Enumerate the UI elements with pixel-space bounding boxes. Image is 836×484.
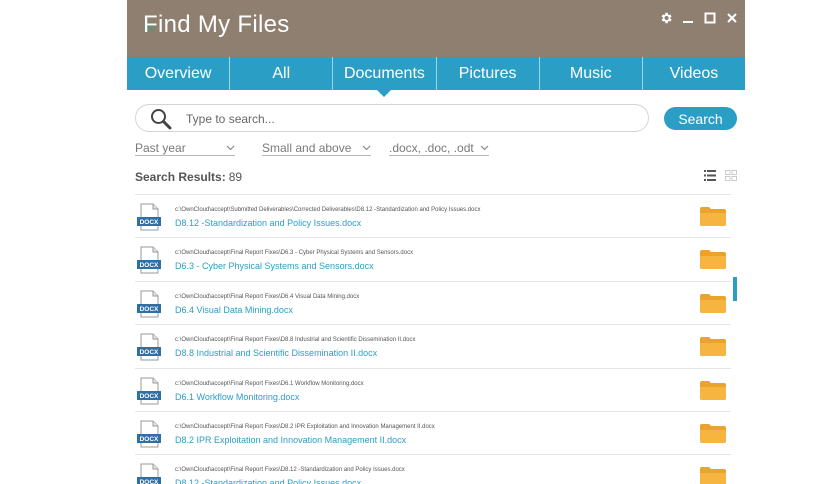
svg-text:DOCX: DOCX	[140, 436, 159, 443]
close-icon[interactable]	[725, 10, 739, 26]
svg-text:DOCX: DOCX	[140, 262, 159, 269]
result-row[interactable]: DOCX c:\OwnCloud\accept\Final Report Fix…	[135, 412, 731, 456]
category-tabs: Overview All Documents Pictures Music Vi…	[127, 57, 745, 97]
file-path: c:\OwnCloud\accept\Final Report Fixes\D6…	[175, 380, 364, 387]
chevron-down-icon	[480, 145, 489, 150]
open-folder-icon[interactable]	[699, 465, 727, 484]
search-box	[135, 104, 649, 132]
result-row[interactable]: DOCX c:\OwnCloud\accept\Final Report Fix…	[135, 455, 731, 484]
svg-text:DOCX: DOCX	[140, 219, 159, 226]
docx-file-icon: DOCX	[137, 420, 161, 448]
search-button[interactable]: Search	[664, 107, 737, 130]
svg-text:DOCX: DOCX	[140, 306, 159, 313]
results-count: Search Results: 89	[135, 170, 242, 184]
tab-overview[interactable]: Overview	[127, 57, 231, 90]
search-icon	[151, 109, 172, 130]
chevron-down-icon	[362, 145, 371, 150]
tab-documents[interactable]: Documents	[333, 57, 437, 97]
open-folder-icon[interactable]	[699, 292, 727, 314]
search-input[interactable]	[186, 110, 636, 128]
date-filter-value: Past year	[135, 140, 186, 155]
file-name-link[interactable]: D6.4 Visual Data Mining.docx	[175, 305, 293, 315]
maximize-icon[interactable]	[703, 10, 717, 26]
results-list: DOCX c:\OwnCloud\accept\Submitted Delive…	[135, 194, 731, 484]
minimize-icon[interactable]	[681, 10, 695, 26]
open-folder-icon[interactable]	[699, 379, 727, 401]
docx-file-icon: DOCX	[137, 246, 161, 274]
open-folder-icon[interactable]	[699, 205, 727, 227]
file-name-link[interactable]: D8.12 -Standardization and Policy Issues…	[175, 218, 361, 228]
size-filter-value: Small and above	[262, 140, 352, 155]
file-name-link[interactable]: D6.1 Workflow Monitoring.docx	[175, 392, 299, 402]
file-name-link[interactable]: D6.3 - Cyber Physical Systems and Sensor…	[175, 261, 374, 271]
file-name-link[interactable]: D8.12 -Standardization and Policy Issues…	[175, 478, 361, 484]
file-path: c:\OwnCloud\accept\Final Report Fixes\D8…	[175, 337, 416, 344]
file-path: c:\OwnCloud\accept\Submitted Deliverable…	[175, 207, 481, 213]
file-path: c:\OwnCloud\accept\Final Report Fixes\D6…	[175, 250, 414, 257]
docx-file-icon: DOCX	[137, 333, 161, 361]
open-folder-icon[interactable]	[699, 248, 727, 270]
type-filter-value: .docx, .doc, .odt	[389, 140, 474, 155]
title-bar: Find My Files	[127, 0, 745, 57]
chevron-down-icon	[226, 145, 235, 150]
result-row[interactable]: DOCX c:\OwnCloud\accept\Final Report Fix…	[135, 369, 731, 412]
docx-file-icon: DOCX	[137, 203, 161, 231]
tab-music[interactable]: Music	[540, 57, 643, 90]
window-controls	[659, 10, 739, 26]
file-path: c:\OwnCloud\accept\Final Report Fixes\D8…	[175, 423, 435, 430]
type-filter-dropdown[interactable]: .docx, .doc, .odt	[389, 140, 489, 156]
scrollbar[interactable]	[733, 194, 739, 484]
svg-text:DOCX: DOCX	[140, 479, 159, 484]
list-view-icon[interactable]	[704, 170, 716, 181]
result-row[interactable]: DOCX c:\OwnCloud\accept\Submitted Delive…	[135, 195, 731, 239]
open-folder-icon[interactable]	[699, 422, 727, 444]
date-filter-dropdown[interactable]: Past year	[135, 140, 235, 156]
app-title: Find My Files	[143, 11, 290, 38]
size-filter-dropdown[interactable]: Small and above	[262, 140, 371, 156]
svg-text:DOCX: DOCX	[140, 349, 159, 356]
settings-gear-icon[interactable]	[659, 10, 673, 26]
docx-file-icon: DOCX	[137, 463, 161, 484]
grid-view-icon[interactable]	[725, 170, 737, 181]
results-number: 89	[228, 170, 243, 184]
file-name-link[interactable]: D8.2 IPR Exploitation and Innovation Man…	[175, 435, 406, 445]
scrollbar-thumb[interactable]	[733, 277, 737, 301]
result-row[interactable]: DOCX c:\OwnCloud\accept\Final Report Fix…	[135, 325, 731, 369]
app-window: Find My Files Overview All Documents Pic…	[127, 0, 745, 484]
results-label: Search Results:	[135, 170, 226, 184]
tab-videos[interactable]: Videos	[643, 57, 745, 90]
docx-file-icon: DOCX	[137, 377, 161, 405]
tab-all[interactable]: All	[230, 57, 334, 90]
tab-pictures[interactable]: Pictures	[437, 57, 540, 90]
result-row[interactable]: DOCX c:\OwnCloud\accept\Final Report Fix…	[135, 282, 731, 326]
file-path: c:\OwnCloud\accept\Final Report Fixes\D8…	[175, 467, 405, 474]
result-row[interactable]: DOCX c:\OwnCloud\accept\Final Report Fix…	[135, 238, 731, 282]
file-name-link[interactable]: D8.8 Industrial and Scientific Dissemina…	[175, 348, 377, 358]
svg-text:DOCX: DOCX	[140, 393, 159, 400]
file-path: c:\OwnCloud\accept\Final Report Fixes\D6…	[175, 293, 360, 300]
docx-file-icon: DOCX	[137, 290, 161, 318]
open-folder-icon[interactable]	[699, 335, 727, 357]
